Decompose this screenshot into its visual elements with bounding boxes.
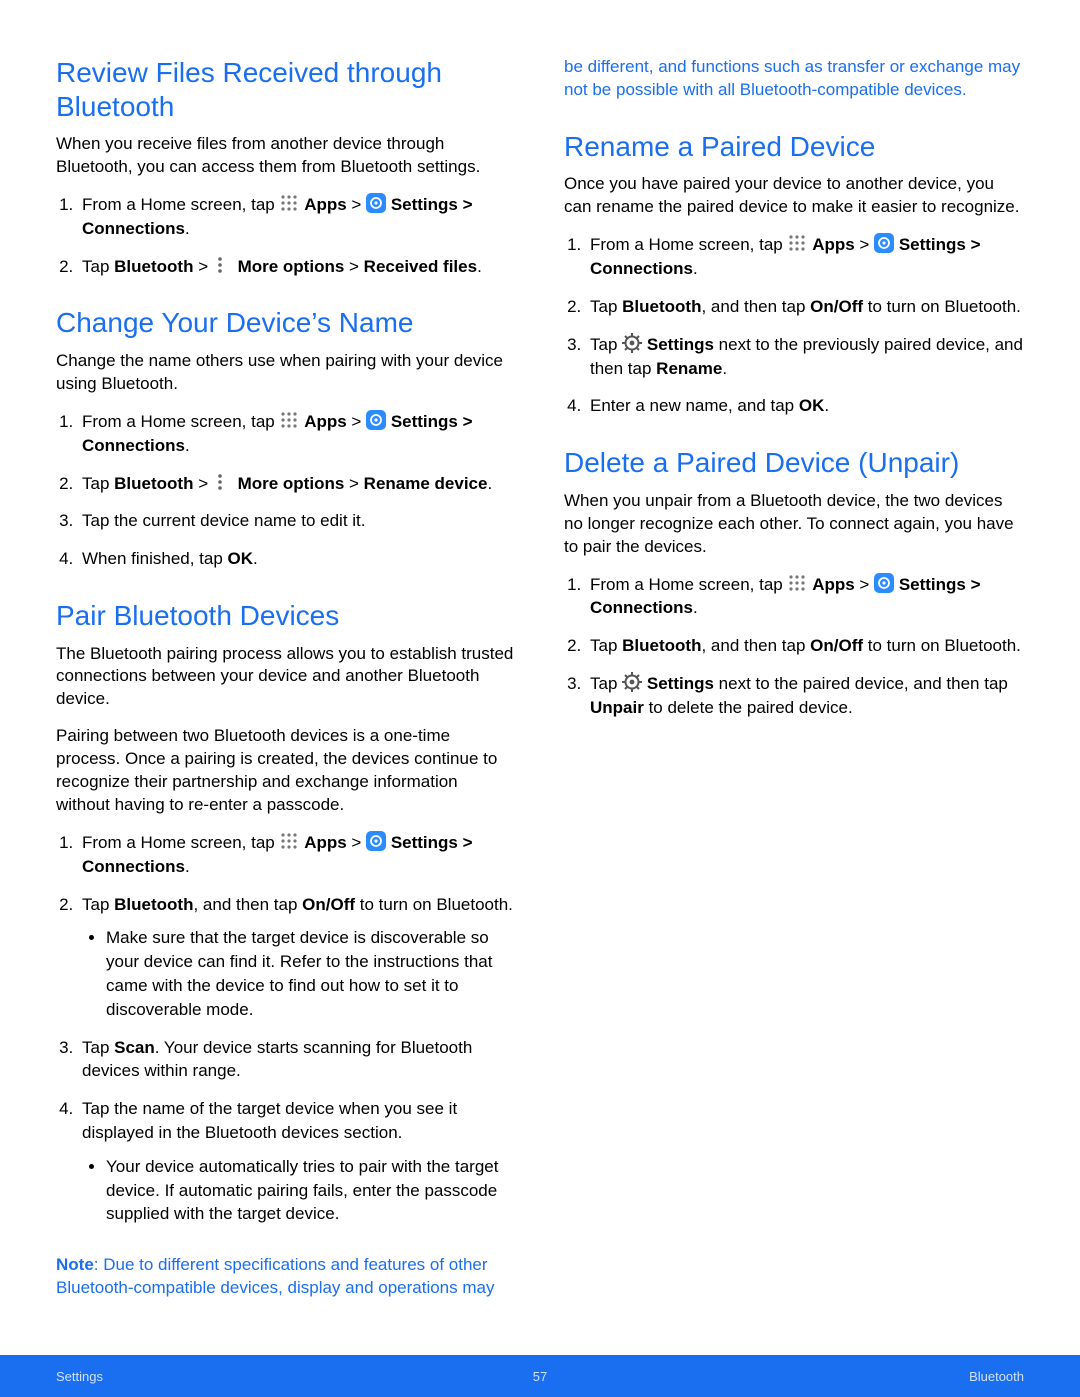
step: Tap Bluetooth > More options > Rename de… xyxy=(78,472,516,496)
section-pair-devices: Pair Bluetooth Devices The Bluetooth pai… xyxy=(56,599,516,1226)
intro-rename-paired: Once you have paired your device to anot… xyxy=(564,173,1024,219)
footer-page-number: 57 xyxy=(0,1369,1080,1384)
bullet: Make sure that the target device is disc… xyxy=(106,926,516,1021)
heading-review-files: Review Files Received through Bluetooth xyxy=(56,56,516,123)
step: Tap the current device name to edit it. xyxy=(78,509,516,533)
footer-right: Bluetooth xyxy=(969,1369,1024,1384)
section-review-files: Review Files Received through Bluetooth … xyxy=(56,56,516,278)
steps-rename-paired: From a Home screen, tap Apps > Settings … xyxy=(564,233,1024,418)
step: Enter a new name, and tap OK. xyxy=(586,394,1024,418)
step: Tap Scan. Your device starts scanning fo… xyxy=(78,1036,516,1084)
settings-icon xyxy=(366,193,386,213)
step: Tap Bluetooth, and then tap On/Off to tu… xyxy=(586,634,1024,658)
intro-review-files: When you receive files from another devi… xyxy=(56,133,516,179)
footer-left: Settings xyxy=(56,1369,103,1384)
steps-change-name: From a Home screen, tap Apps > Settings … xyxy=(56,410,516,571)
intro-delete-paired: When you unpair from a Bluetooth device,… xyxy=(564,490,1024,559)
settings-icon xyxy=(874,573,894,593)
step: Tap Bluetooth > More options > Received … xyxy=(78,255,516,279)
intro-change-name: Change the name others use when pairing … xyxy=(56,350,516,396)
step: Tap Bluetooth, and then tap On/Off to tu… xyxy=(586,295,1024,319)
step: Tap Bluetooth, and then tap On/Off to tu… xyxy=(78,893,516,1022)
settings-icon xyxy=(366,410,386,430)
section-rename-paired: Rename a Paired Device Once you have pai… xyxy=(564,130,1024,418)
section-delete-paired: Delete a Paired Device (Unpair) When you… xyxy=(564,446,1024,719)
step: When finished, tap OK. xyxy=(78,547,516,571)
step: From a Home screen, tap Apps > Settings … xyxy=(78,410,516,458)
apps-icon xyxy=(787,573,807,593)
heading-change-name: Change Your Device’s Name xyxy=(56,306,516,340)
step: From a Home screen, tap Apps > Settings … xyxy=(586,573,1024,621)
heading-delete-paired: Delete a Paired Device (Unpair) xyxy=(564,446,1024,480)
heading-pair-devices: Pair Bluetooth Devices xyxy=(56,599,516,633)
step: From a Home screen, tap Apps > Settings … xyxy=(78,193,516,241)
pair-p2: Pairing between two Bluetooth devices is… xyxy=(56,725,516,817)
apps-icon xyxy=(279,193,299,213)
bullet: Your device automatically tries to pair … xyxy=(106,1155,516,1226)
settings-icon xyxy=(874,233,894,253)
apps-icon xyxy=(787,233,807,253)
substeps: Your device automatically tries to pair … xyxy=(82,1155,516,1226)
gear-icon xyxy=(622,672,642,692)
apps-icon xyxy=(279,831,299,851)
substeps: Make sure that the target device is disc… xyxy=(82,926,516,1021)
gear-icon xyxy=(622,333,642,353)
steps-pair-devices: From a Home screen, tap Apps > Settings … xyxy=(56,831,516,1226)
step: From a Home screen, tap Apps > Settings … xyxy=(586,233,1024,281)
settings-icon xyxy=(366,831,386,851)
page-content: Review Files Received through Bluetooth … xyxy=(0,0,1080,1310)
steps-delete-paired: From a Home screen, tap Apps > Settings … xyxy=(564,573,1024,720)
step: Tap Settings next to the previously pair… xyxy=(586,333,1024,381)
step: Tap Settings next to the paired device, … xyxy=(586,672,1024,720)
page-footer: Settings 57 Bluetooth xyxy=(0,1355,1080,1397)
more-options-icon xyxy=(213,255,233,275)
section-change-name: Change Your Device’s Name Change the nam… xyxy=(56,306,516,570)
heading-rename-paired: Rename a Paired Device xyxy=(564,130,1024,164)
step: Tap the name of the target device when y… xyxy=(78,1097,516,1226)
pair-p1: The Bluetooth pairing process allows you… xyxy=(56,643,516,712)
more-options-icon xyxy=(213,472,233,492)
step: From a Home screen, tap Apps > Settings … xyxy=(78,831,516,879)
apps-icon xyxy=(279,410,299,430)
steps-review-files: From a Home screen, tap Apps > Settings … xyxy=(56,193,516,278)
